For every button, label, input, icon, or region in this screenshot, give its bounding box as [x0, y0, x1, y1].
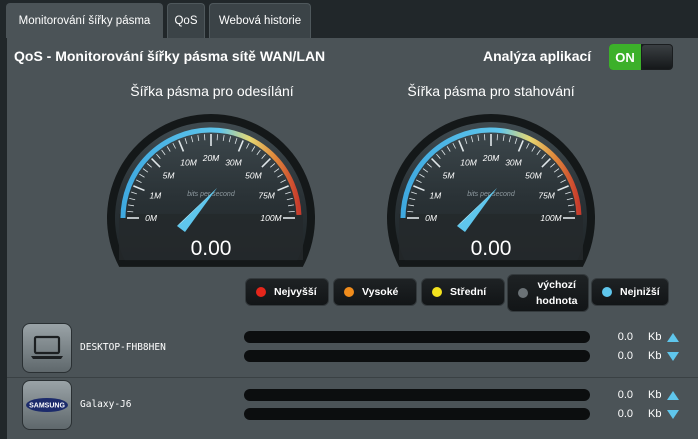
samsung-icon: SAMSUNG — [26, 398, 68, 412]
gauge-tick-label: 50M — [245, 171, 262, 181]
download-unit: Kb — [648, 350, 662, 362]
laptop-icon — [31, 335, 63, 359]
legend-highest[interactable]: Nejvyšší — [245, 278, 329, 306]
lowest-priority-dot — [602, 287, 612, 297]
gauge-tick-label: 0M — [425, 213, 438, 223]
legend-medium[interactable]: Střední — [421, 278, 505, 306]
gauge-tick-label: 1M — [149, 191, 162, 201]
tab-qos[interactable]: QoS — [167, 3, 205, 38]
tab-web-history[interactable]: Webová historie — [209, 3, 311, 38]
legend-highest-label: Nejvyšší — [274, 286, 317, 298]
upload-value: 0.0 — [617, 389, 633, 401]
legend-medium-label: Střední — [450, 286, 487, 298]
medium-priority-dot — [432, 287, 442, 297]
gauge-tick-label: 75M — [258, 191, 275, 201]
download-unit: Kb — [648, 408, 662, 420]
device-name: Galaxy-J6 — [80, 399, 132, 410]
samsung-logo-text: SAMSUNG — [29, 403, 65, 410]
legend-default-line2: hodnota — [536, 295, 578, 307]
device-icon-galaxy[interactable]: SAMSUNG — [22, 380, 72, 430]
gauge-tick-label: 30M — [505, 157, 522, 167]
legend-high-label: Vysoké — [362, 286, 399, 298]
gauge-value: 0.00 — [191, 237, 232, 260]
gauge-tick-label: 20M — [202, 153, 220, 163]
bandwidth-monitor-page: Monitorování šířky pásma QoS Webová hist… — [0, 0, 698, 439]
upload-bar — [244, 331, 590, 343]
download-gauge: 0M1M5M10M 20M 30M50M75M100Mbits per second… — [387, 114, 595, 267]
gauge-tick-label: 75M — [538, 191, 555, 201]
gauge-tick-label: 1M — [429, 191, 442, 201]
device-icon-desktop[interactable] — [22, 323, 72, 373]
gauge-tick-label: 0M — [145, 213, 158, 223]
gauge-tick-label: 10M — [180, 157, 197, 167]
high-priority-dot — [344, 287, 354, 297]
upload-arrow-icon[interactable] — [667, 333, 679, 342]
download-value: 0.0 — [617, 408, 633, 420]
toggle-on-label: ON — [609, 44, 641, 70]
default-priority-dot — [518, 288, 528, 298]
app-analysis-toggle[interactable]: ON — [609, 44, 673, 70]
highest-priority-dot — [256, 287, 266, 297]
legend-high[interactable]: Vysoké — [333, 278, 417, 306]
gauge-tick-label: 20M — [482, 153, 500, 163]
upload-unit: Kb — [648, 389, 662, 401]
gauge-tick-label: 100M — [260, 213, 282, 223]
page-title: QoS - Monitorování šířky pásma sítě WAN/… — [14, 48, 326, 64]
app-analysis-label: Analýza aplikací — [483, 48, 592, 64]
download-bar — [244, 350, 590, 362]
upload-gauge: 0M1M5M10M 20M 30M50M75M100Mbits per second… — [106, 114, 315, 267]
upload-gauge-title: Šířka pásma pro odesílání — [130, 83, 294, 99]
gauge-tick-label: 100M — [540, 213, 562, 223]
gauge-tick-label: 30M — [225, 157, 242, 167]
gauge-tick-label: 10M — [460, 157, 477, 167]
upload-unit: Kb — [648, 331, 662, 343]
download-arrow-icon[interactable] — [667, 352, 679, 361]
tab-bandwidth-monitor[interactable]: Monitorování šířky pásma — [6, 3, 163, 38]
download-value: 0.0 — [617, 350, 633, 362]
legend-lowest[interactable]: Nejnižší — [591, 278, 669, 306]
upload-arrow-icon[interactable] — [667, 391, 679, 400]
main-panel: QoS - Monitorování šířky pásma sítě WAN/… — [7, 38, 698, 439]
tab-bar: Monitorování šířky pásma QoS Webová hist… — [0, 0, 698, 38]
upload-value: 0.0 — [617, 331, 633, 343]
legend-lowest-label: Nejnižší — [620, 286, 660, 298]
gauge-tick-label: 5M — [443, 171, 456, 181]
download-gauge-title: Šířka pásma pro stahování — [407, 83, 575, 99]
toggle-knob — [642, 45, 672, 69]
gauge-value: 0.00 — [471, 237, 512, 260]
legend-default[interactable]: výchozí hodnota — [507, 274, 589, 312]
download-arrow-icon[interactable] — [667, 410, 679, 419]
upload-bar — [244, 389, 590, 401]
row-divider — [7, 377, 698, 378]
gauge-tick-label: 50M — [525, 171, 542, 181]
device-name: DESKTOP-FHB8HEN — [80, 342, 166, 353]
gauge-tick-label: 5M — [163, 171, 176, 181]
legend-default-line1: výchozí — [537, 279, 576, 291]
download-bar — [244, 408, 590, 420]
legend-default-label: výchozí hodnota — [536, 277, 577, 309]
